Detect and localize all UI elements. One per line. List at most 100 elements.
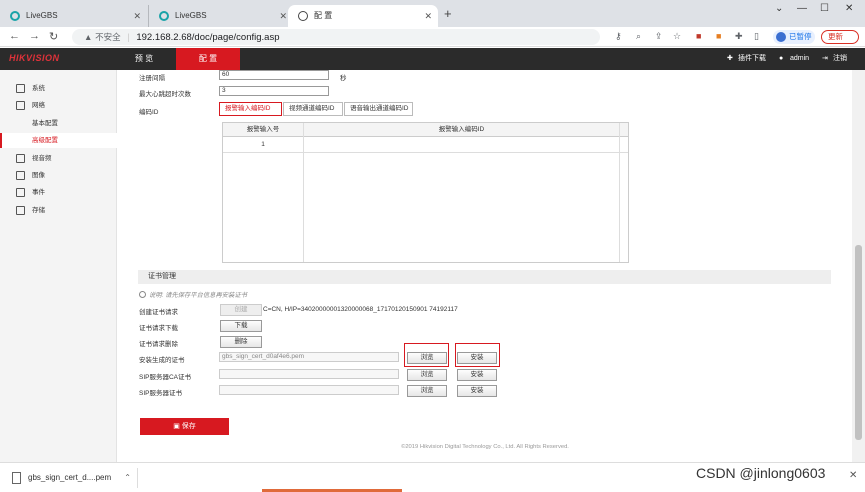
sidebar-item-label: 网络 — [32, 102, 45, 109]
scrollbar-thumb[interactable] — [855, 245, 862, 440]
table-row[interactable]: 1 — [223, 138, 628, 152]
sidebar-item-video-audio[interactable]: 视音频 — [0, 151, 117, 166]
warning-icon: ▲ — [84, 32, 93, 42]
max-heartbeat-label: 最大心跳超时次数 — [139, 91, 191, 98]
column-header: 报警输入号 — [246, 126, 280, 133]
register-interval-input[interactable]: 60 — [219, 70, 329, 80]
sip-ca-cert-label: SIP服务器CA证书 — [139, 374, 192, 381]
security-status: 不安全 — [95, 32, 121, 42]
chevron-down-icon[interactable]: ⌄ — [775, 3, 783, 14]
sidebar-item-label: 高级配置 — [32, 137, 58, 144]
storage-icon — [16, 206, 25, 215]
extension-orange-icon[interactable]: ■ — [716, 31, 721, 41]
tab-audio-output-id[interactable]: 语音输出通道编码ID — [344, 102, 413, 116]
username: admin — [790, 55, 810, 62]
sidebar-item-image[interactable]: 图像 — [0, 168, 117, 183]
cert-section-title: 证书管理 — [138, 270, 831, 284]
livegbs-favicon-icon — [10, 11, 20, 21]
image-icon — [16, 171, 25, 180]
minimize-icon[interactable]: — — [797, 3, 807, 14]
update-button[interactable]: 更新 — [821, 30, 859, 44]
sidebar-item-basic-config[interactable]: 基本配置 — [0, 116, 117, 131]
create-button[interactable]: 创建 — [220, 304, 262, 316]
sidebar-item-event[interactable]: 事件 — [0, 185, 117, 200]
share-icon[interactable]: ⇪ — [655, 31, 663, 42]
zoom-icon[interactable]: ⌕ — [636, 31, 641, 42]
copyright-footer: ©2019 Hikvision Digital Technology Co., … — [401, 444, 569, 450]
sip-server-cert-file-field[interactable] — [219, 385, 399, 395]
nav-tab-config[interactable]: 配 置 — [176, 48, 240, 70]
max-heartbeat-input[interactable]: 3 — [219, 86, 329, 96]
cert-notice: 说明: 请先保存平台信息再安装证书 — [139, 290, 247, 299]
sidebar-item-system[interactable]: 系统 — [0, 81, 117, 96]
browser-tab-livegbs-1[interactable]: LiveGBS ✕ — [0, 5, 147, 27]
page-scrollbar[interactable] — [852, 70, 865, 462]
back-arrow-icon[interactable]: ← — [9, 30, 20, 42]
puzzle-icon[interactable]: ✚ — [735, 31, 743, 42]
forward-arrow-icon[interactable]: → — [29, 30, 40, 42]
download-bar-close-icon[interactable]: ✕ — [849, 470, 857, 481]
update-label: 更新 — [828, 32, 843, 41]
plugin-download-link[interactable]: 插件下载 — [738, 48, 766, 70]
sidepanel-icon[interactable]: ▯ — [754, 31, 759, 42]
install-button[interactable]: 安装 — [457, 385, 497, 397]
browser-tab-config[interactable]: 配 置 ✕ — [288, 5, 438, 27]
profile-paused-button[interactable]: 已暂停 — [773, 30, 815, 44]
delete-button[interactable]: 删除 — [220, 336, 262, 348]
close-icon[interactable]: ✕ — [279, 5, 287, 27]
tab-alarm-input-id[interactable]: 报警输入编码ID — [219, 102, 282, 116]
install-generated-label: 安装生成的证书 — [139, 357, 185, 364]
sidebar: 系统 网络 基本配置 高级配置 视音频 图像 事件 存储 — [0, 70, 117, 462]
sidebar-item-storage[interactable]: 存储 — [0, 203, 117, 218]
save-button[interactable]: ▣ 保存 — [140, 418, 229, 435]
sidebar-item-label: 系统 — [32, 85, 45, 92]
avatar — [776, 32, 786, 42]
table-cell: 1 — [261, 141, 265, 148]
new-tab-icon[interactable]: + — [444, 6, 452, 21]
info-icon — [139, 291, 146, 298]
sidebar-item-label: 图像 — [32, 172, 45, 179]
logout-icon[interactable]: ⇥ — [822, 48, 828, 70]
tab-title: LiveGBS — [175, 11, 207, 20]
generated-cert-file-field[interactable]: gbs_sign_cert_d0af4e6.pem — [219, 352, 399, 362]
reload-icon[interactable]: ↻ — [49, 30, 58, 43]
plugin-download-icon[interactable]: ✚ — [727, 48, 733, 70]
sip-ca-cert-file-field[interactable] — [219, 369, 399, 379]
browse-button[interactable]: 浏览 — [407, 352, 447, 364]
key-icon[interactable]: ⚷ — [615, 31, 622, 42]
window-close-icon[interactable]: ✕ — [845, 3, 853, 14]
install-button[interactable]: 安装 — [457, 369, 497, 381]
close-icon[interactable]: ✕ — [424, 5, 432, 27]
bookmark-star-icon[interactable]: ☆ — [673, 31, 681, 42]
nav-tab-preview[interactable]: 预 览 — [113, 48, 175, 70]
browser-tab-bar: LiveGBS ✕ LiveGBS ✕ 配 置 ✕ + ⌄ — ☐ ✕ — [0, 0, 865, 27]
column-header: 报警输入编码ID — [438, 126, 485, 133]
network-icon — [16, 101, 25, 110]
main-content: 注册间隔 60 秒 最大心跳超时次数 3 编码ID 报警输入编码ID 视频通道编… — [118, 70, 852, 462]
tab-video-channel-id[interactable]: 视频通道编码ID — [283, 102, 343, 116]
close-icon[interactable]: ✕ — [133, 5, 141, 27]
sidebar-item-network[interactable]: 网络 — [0, 98, 117, 113]
logout-link[interactable]: 注销 — [833, 48, 847, 70]
browser-tab-livegbs-2[interactable]: LiveGBS ✕ — [148, 5, 293, 27]
register-interval-label: 注册间隔 — [139, 75, 165, 82]
sidebar-item-label: 事件 — [32, 189, 45, 196]
sidebar-item-advanced-config[interactable]: 高级配置 — [0, 133, 117, 148]
extension-red-icon[interactable]: ■ — [696, 31, 701, 41]
tab-title: 配 置 — [314, 11, 333, 20]
profile-label: 已暂停 — [789, 32, 812, 41]
maximize-icon[interactable]: ☐ — [820, 3, 829, 14]
downloaded-file-item[interactable]: gbs_sign_cert_d....pem ⌃ — [6, 468, 138, 488]
download-button[interactable]: 下载 — [220, 320, 262, 332]
hikvision-logo: HIKVISION — [9, 53, 60, 63]
address-bar[interactable]: ▲ 不安全 | 192.168.2.68/doc/page/config.asp — [72, 29, 600, 45]
monitor-icon — [16, 84, 25, 93]
sip-server-cert-label: SIP服务器证书 — [139, 390, 182, 397]
chevron-up-icon[interactable]: ⌃ — [124, 468, 131, 488]
browse-button[interactable]: 浏览 — [407, 369, 447, 381]
browse-button[interactable]: 浏览 — [407, 385, 447, 397]
install-button[interactable]: 安装 — [457, 352, 497, 364]
save-label: 保存 — [181, 423, 196, 430]
delete-request-label: 证书请求删除 — [139, 341, 178, 348]
save-icon: ▣ — [173, 423, 182, 430]
